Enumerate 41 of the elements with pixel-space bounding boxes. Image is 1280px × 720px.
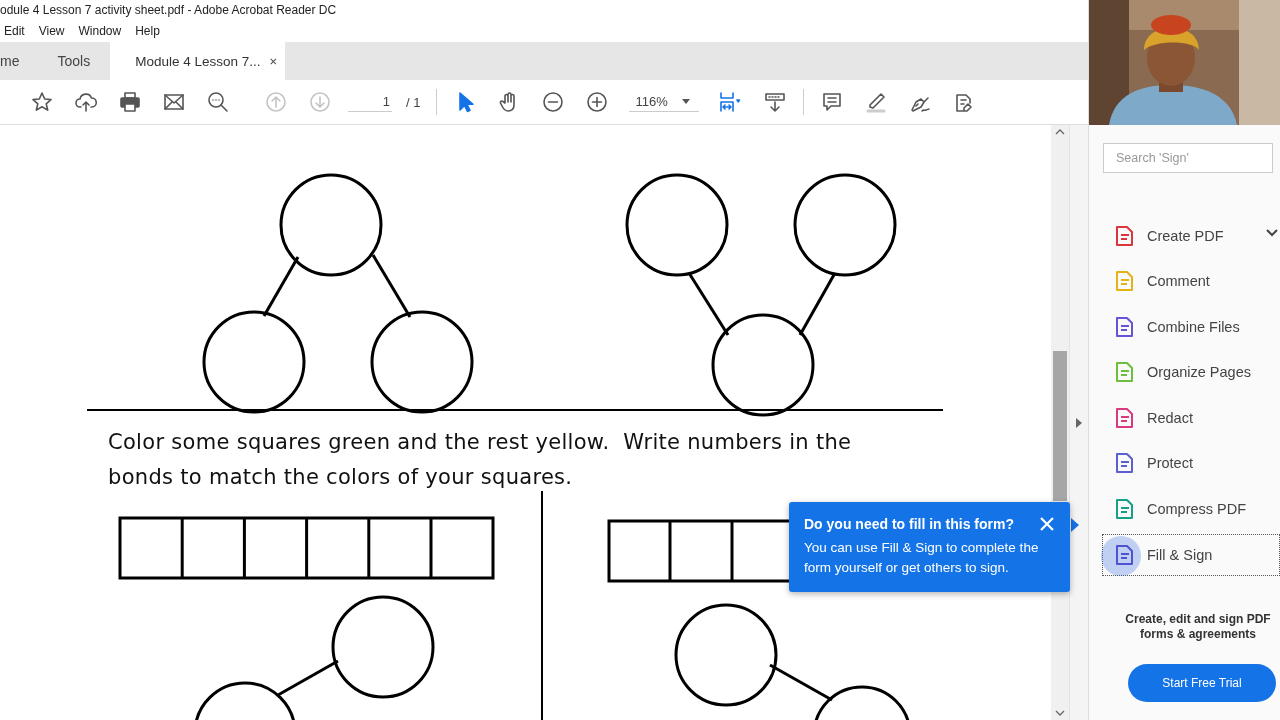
close-button[interactable] <box>1040 517 1054 531</box>
tool-label: Create PDF <box>1147 227 1224 244</box>
sidebar-item[interactable]: Create PDF <box>1089 213 1280 259</box>
menu-item[interactable]: View <box>38 24 65 38</box>
sidebar-item[interactable]: Redact <box>1089 395 1280 441</box>
sidebar-item[interactable]: Compress PDF <box>1089 486 1280 532</box>
search-field[interactable]: Search 'Sign' <box>1103 143 1273 173</box>
popup-title: Do you need to fill in this form? <box>804 516 1014 532</box>
tool-label: Fill & Sign <box>1147 546 1213 563</box>
chevron-down-icon[interactable] <box>1266 229 1278 237</box>
tool-label: Protect <box>1147 455 1193 472</box>
tool-label: Combine Files <box>1147 318 1240 335</box>
sidebar-item[interactable]: Comment <box>1089 258 1280 304</box>
window-title: odule 4 Lesson 7 activity sheet.pdf - Adobe Acrobat Reader DC <box>0 2 338 19</box>
menu-item[interactable]: Help <box>135 24 160 38</box>
menu-item[interactable]: Edit <box>4 24 25 38</box>
popup-text: You can use Fill & Sign to complete the form yourself or get others to sign. <box>804 539 1040 577</box>
expand-arrow-icon[interactable] <box>1076 417 1082 428</box>
tool-label: Redact <box>1147 409 1193 426</box>
scrollbar-thumb[interactable] <box>1053 351 1067 501</box>
sidebar-item[interactable]: Organize Pages <box>1089 349 1280 395</box>
scroll-down-icon[interactable] <box>1055 710 1066 716</box>
page-count: / 1 <box>406 94 421 110</box>
instruction-text: Color some squares green and the rest yellow. Write numbers in the bonds to match the colors of your squares. <box>108 429 853 491</box>
zoom-dropdown[interactable]: 116% <box>629 92 700 112</box>
promo-text: Create, edit and sign PDF forms & agreements <box>1124 611 1272 642</box>
scroll-up-icon[interactable] <box>1055 129 1066 135</box>
page-number-field[interactable]: 1 <box>348 92 392 112</box>
caret-icon[interactable] <box>681 99 690 104</box>
tab[interactable]: me <box>0 42 38 80</box>
tab[interactable]: Module 4 Lesson 7... <box>110 42 286 80</box>
tool-label: Compress PDF <box>1147 500 1247 517</box>
start-trial-button[interactable]: Start Free Trial <box>1128 663 1276 702</box>
tool-label: Comment <box>1147 273 1210 290</box>
tool-label: Organize Pages <box>1147 364 1251 381</box>
menu-item[interactable]: Window <box>78 24 122 38</box>
sidebar-item[interactable]: Protect <box>1089 440 1280 486</box>
tab[interactable]: Tools <box>37 42 111 80</box>
sidebar-item[interactable]: Combine Files <box>1089 304 1280 350</box>
sidebar-item[interactable]: Fill & Sign <box>1102 533 1280 576</box>
close-icon[interactable] <box>270 56 278 66</box>
